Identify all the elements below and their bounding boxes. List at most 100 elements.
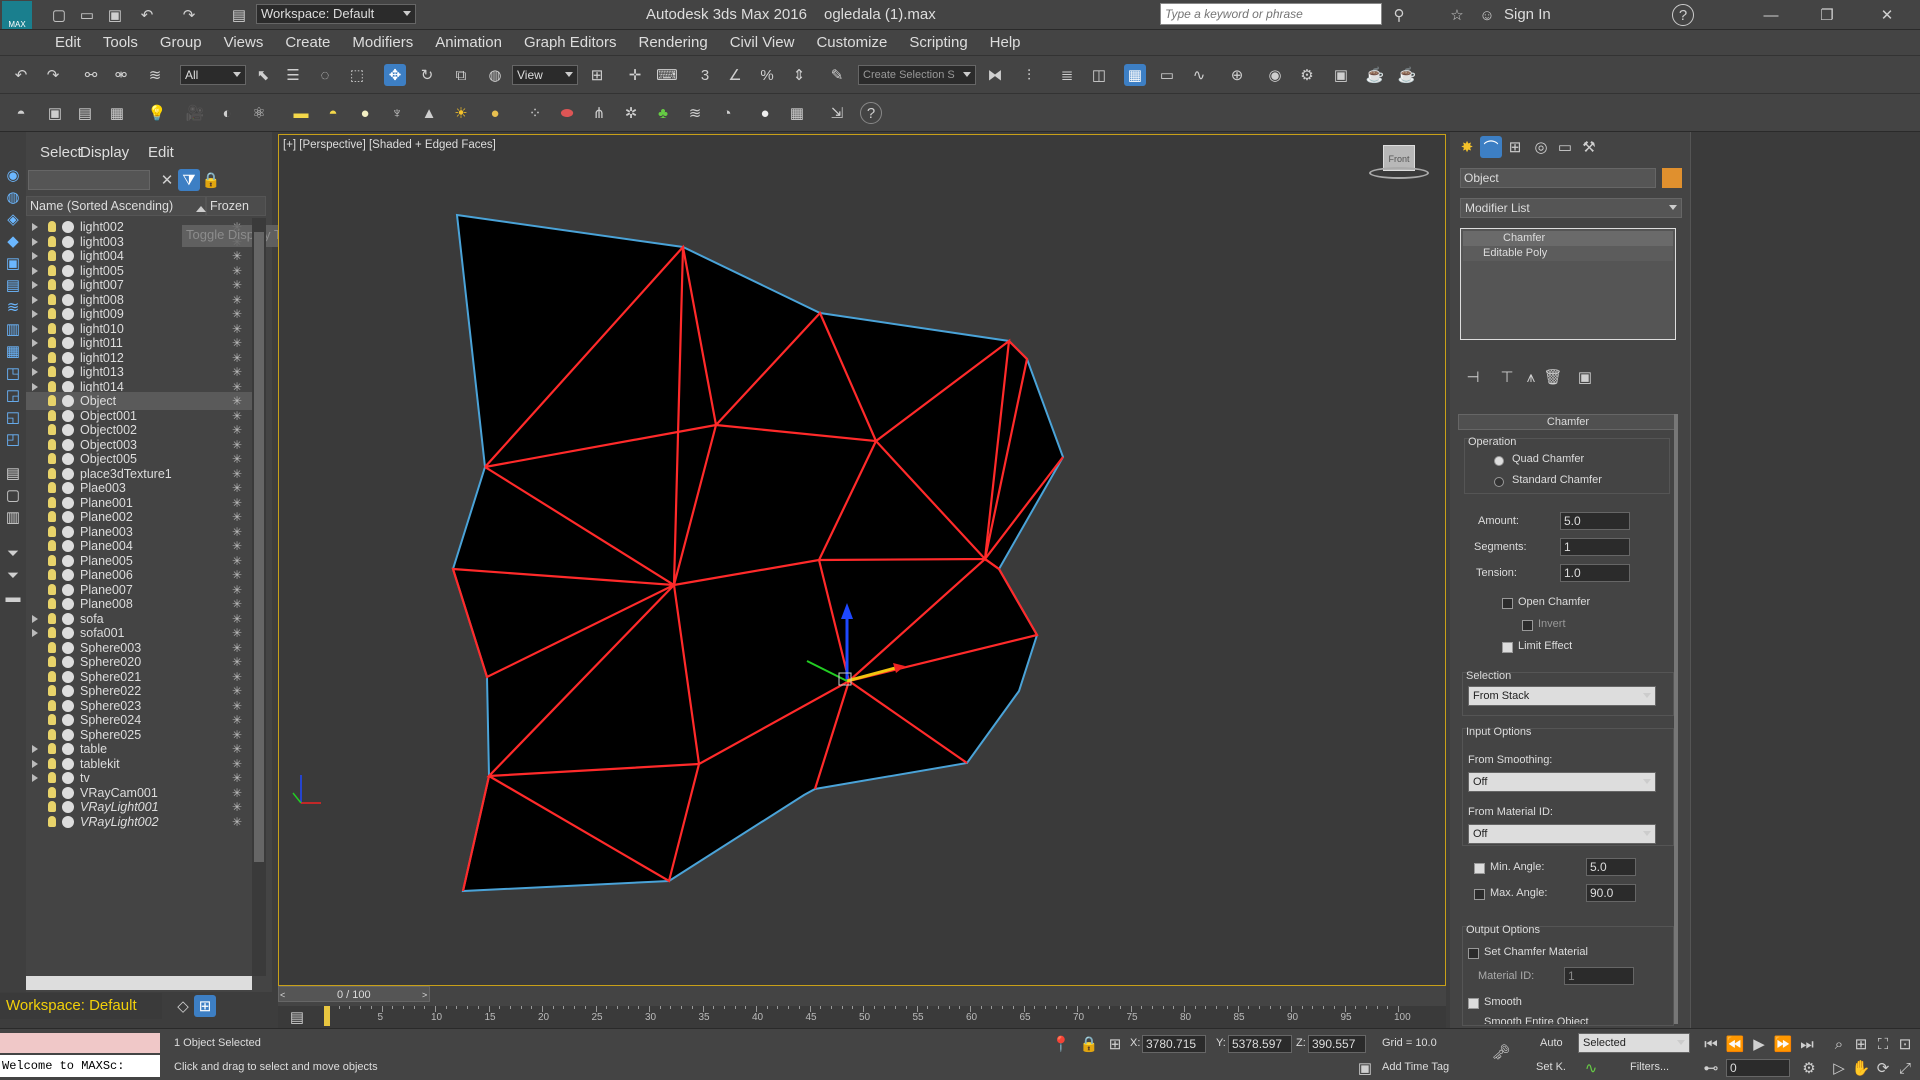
sign-in-link[interactable]: Sign In bbox=[1504, 6, 1551, 23]
find-input[interactable] bbox=[28, 170, 150, 190]
configure-sets-icon[interactable]: ▣ bbox=[1574, 366, 1596, 388]
viewport-layout-icon[interactable]: ⊞ bbox=[194, 995, 216, 1017]
vray-export-icon[interactable]: ⇲ bbox=[826, 102, 848, 124]
visibility-bulb-icon[interactable] bbox=[48, 699, 56, 711]
tab-display[interactable]: Display bbox=[80, 144, 129, 161]
visibility-bulb-icon[interactable] bbox=[48, 482, 56, 493]
visibility-bulb-icon[interactable] bbox=[48, 264, 56, 276]
key-filter-dropdown[interactable]: Selected bbox=[1578, 1033, 1690, 1053]
visibility-bulb-icon[interactable] bbox=[48, 743, 56, 754]
display-tab-icon[interactable]: ▭ bbox=[1554, 136, 1576, 158]
visibility-bulb-icon[interactable] bbox=[48, 569, 56, 580]
visibility-bulb-icon[interactable] bbox=[48, 337, 56, 348]
from-material-id-dropdown[interactable]: Off bbox=[1468, 824, 1656, 844]
pivot-icon[interactable]: ⊞ bbox=[586, 64, 608, 86]
workspace-dropdown[interactable]: Workspace: Default bbox=[256, 4, 416, 24]
align-icon[interactable]: ⫶ bbox=[1018, 64, 1040, 86]
close-icon[interactable]: ✕ bbox=[1876, 4, 1898, 26]
maxscript-listener[interactable] bbox=[0, 1033, 160, 1053]
undo-icon[interactable]: ↶ bbox=[136, 4, 158, 26]
visibility-bulb-icon[interactable] bbox=[48, 670, 56, 682]
quad-chamfer-radio[interactable] bbox=[1494, 456, 1504, 466]
field-of-view-icon[interactable]: ▷ bbox=[1828, 1057, 1850, 1079]
expand-arrow-icon[interactable] bbox=[32, 382, 42, 391]
visibility-bulb-icon[interactable] bbox=[48, 685, 56, 696]
time-slider[interactable]: 0 / 100 bbox=[278, 986, 430, 1002]
expand-arrow-icon[interactable] bbox=[32, 745, 42, 753]
vray-proxy-icon[interactable]: ⁘ bbox=[524, 102, 546, 124]
visibility-bulb-icon[interactable] bbox=[48, 554, 56, 566]
from-smoothing-dropdown[interactable]: Off bbox=[1468, 772, 1656, 792]
visibility-bulb-icon[interactable] bbox=[48, 453, 56, 464]
visibility-bulb-icon[interactable] bbox=[48, 308, 56, 319]
menu-rendering[interactable]: Rendering bbox=[627, 30, 718, 56]
remove-modifier-icon[interactable]: 🗑 bbox=[1542, 366, 1564, 388]
utilities-tab-icon[interactable]: ⚒ bbox=[1578, 136, 1600, 158]
render-frame-icon[interactable]: ▣ bbox=[1330, 64, 1352, 86]
play-icon[interactable]: ▶ bbox=[1748, 1033, 1770, 1055]
vray-table-icon[interactable]: ▦ bbox=[106, 102, 128, 124]
vray-sphere-icon[interactable]: ● bbox=[754, 102, 776, 124]
display-all-icon[interactable]: ▤ bbox=[2, 462, 24, 484]
vray-sphere-fade-icon[interactable]: ⬬ bbox=[556, 102, 578, 124]
object-color-swatch[interactable] bbox=[1662, 168, 1682, 188]
lock-icon[interactable]: 🔒 bbox=[200, 169, 222, 191]
spinner-snap-icon[interactable]: ⇕ bbox=[788, 64, 810, 86]
window-crossing-icon[interactable]: ⬚ bbox=[346, 64, 368, 86]
expand-arrow-icon[interactable] bbox=[32, 759, 42, 768]
freeze-toggle-icon[interactable]: ✳ bbox=[232, 813, 242, 831]
menu-civil-view[interactable]: Civil View bbox=[719, 30, 806, 56]
expand-arrow-icon[interactable] bbox=[32, 223, 42, 231]
visibility-bulb-icon[interactable] bbox=[48, 395, 56, 406]
expand-arrow-icon[interactable] bbox=[32, 353, 42, 362]
app-logo[interactable]: MAX bbox=[2, 1, 32, 29]
min-angle-spinner[interactable]: 5.0 bbox=[1586, 858, 1636, 876]
perspective-viewport[interactable]: [+] [Perspective] [Shaded + Edged Faces] bbox=[278, 134, 1446, 986]
visibility-bulb-icon[interactable] bbox=[48, 525, 56, 537]
menu-tools[interactable]: Tools bbox=[92, 30, 149, 56]
selection-dropdown[interactable]: From Stack bbox=[1468, 686, 1656, 706]
star-icon[interactable]: ☆ bbox=[1446, 4, 1468, 26]
max-angle-checkbox[interactable] bbox=[1474, 889, 1485, 900]
vray-mesh-clipper-icon[interactable]: ◔ bbox=[716, 102, 738, 124]
expand-arrow-icon[interactable] bbox=[32, 266, 42, 275]
clear-search-icon[interactable]: ✕ bbox=[156, 169, 178, 191]
expand-arrow-icon[interactable] bbox=[32, 774, 42, 782]
visibility-bulb-icon[interactable] bbox=[48, 409, 56, 421]
visibility-bulb-icon[interactable] bbox=[48, 786, 56, 798]
workspace-selector[interactable]: Workspace: Default bbox=[0, 993, 162, 1019]
visibility-bulb-icon[interactable] bbox=[48, 598, 56, 609]
undo-icon[interactable]: ↶ bbox=[10, 64, 32, 86]
toggle-display-toolbar-icon[interactable]: ⧩ bbox=[178, 169, 200, 191]
visibility-bulb-icon[interactable] bbox=[48, 366, 56, 377]
expand-arrow-icon[interactable] bbox=[32, 614, 42, 623]
viewport-canvas[interactable] bbox=[279, 135, 1445, 985]
vray-plane-light-icon[interactable]: ▬ bbox=[290, 102, 312, 124]
viewcube[interactable]: Front bbox=[1369, 145, 1429, 185]
display-helpers-icon[interactable]: ▤ bbox=[2, 274, 24, 296]
select-by-name-icon[interactable]: ☰ bbox=[282, 64, 304, 86]
vray-dome-light-icon[interactable]: ◓ bbox=[322, 102, 344, 124]
schematic-view-icon[interactable]: ⊕ bbox=[1226, 64, 1248, 86]
link-icon[interactable]: ⚯ bbox=[80, 64, 102, 86]
new-file-icon[interactable]: ▢ bbox=[48, 4, 70, 26]
expand-arrow-icon[interactable] bbox=[32, 237, 42, 246]
scale-icon[interactable]: ⧉ bbox=[450, 64, 472, 86]
filters-button[interactable]: Filters... bbox=[1630, 1061, 1669, 1073]
visibility-bulb-icon[interactable] bbox=[48, 540, 56, 551]
user-icon[interactable]: ☺ bbox=[1476, 4, 1498, 26]
vray-plane-icon[interactable]: ✲ bbox=[620, 102, 642, 124]
isolate-icon[interactable]: 📍 bbox=[1050, 1033, 1072, 1055]
current-frame-field[interactable]: 0 bbox=[1726, 1059, 1790, 1077]
menu-views[interactable]: Views bbox=[213, 30, 275, 56]
visibility-bulb-icon[interactable] bbox=[48, 221, 56, 232]
help-icon[interactable]: ? bbox=[1672, 4, 1694, 26]
vray-converter-icon[interactable]: ▦ bbox=[786, 102, 808, 124]
show-end-result-icon[interactable]: ⊤ bbox=[1496, 366, 1518, 388]
layer-explorer-icon[interactable]: ≣ bbox=[1056, 64, 1078, 86]
expand-arrow-icon[interactable] bbox=[32, 310, 42, 318]
vray-fur-icon[interactable]: ⋔ bbox=[588, 102, 610, 124]
smooth-checkbox[interactable] bbox=[1468, 998, 1479, 1009]
create-tab-icon[interactable]: ✸ bbox=[1456, 136, 1478, 158]
placement-icon[interactable]: ◍ bbox=[484, 64, 506, 86]
